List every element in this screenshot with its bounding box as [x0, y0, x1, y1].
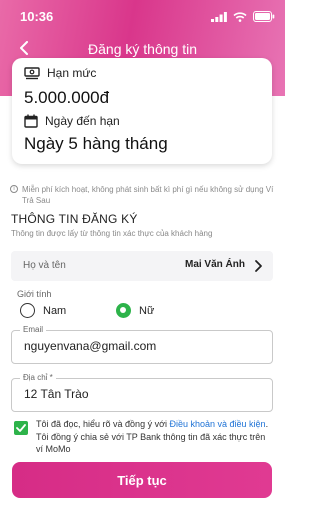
due-label: Ngày đến hạn — [45, 114, 120, 128]
gender-option-female[interactable]: Nữ — [116, 303, 154, 318]
check-icon — [16, 424, 26, 432]
email-label: Email — [20, 325, 47, 334]
full-name-label: Họ và tên — [23, 260, 66, 271]
agreement-text-before: Tôi đã đọc, hiểu rõ và đồng ý với — [36, 419, 170, 429]
due-row: Ngày đến hạn — [24, 114, 120, 128]
fee-notice: i Miễn phí kích hoạt, không phát sinh bấ… — [10, 184, 276, 206]
full-name-value: Mai Văn Ánh — [184, 259, 245, 270]
status-time: 10:36 — [20, 9, 54, 24]
gender-option-label: Nam — [43, 304, 67, 317]
status-bar: 10:36 — [0, 0, 285, 30]
continue-button[interactable]: Tiếp tục — [12, 462, 272, 498]
fee-notice-text: Miễn phí kích hoạt, không phát sinh bất … — [22, 185, 274, 205]
section-title: THÔNG TIN ĐĂNG KÝ — [11, 212, 138, 226]
section-subtitle: Thông tin được lấy từ thông tin xác thực… — [11, 229, 213, 238]
radio-icon — [20, 303, 35, 318]
agreement-checkbox[interactable] — [14, 421, 28, 435]
limit-card: Hạn mức 5.000.000đ Ngày đến hạn Ngày 5 h… — [12, 58, 272, 164]
info-icon: i — [10, 185, 18, 193]
gender-option-male[interactable]: Nam — [20, 303, 66, 318]
calendar-icon — [24, 114, 38, 128]
page-title: Đăng ký thông tin — [88, 41, 197, 57]
terms-link[interactable]: Điều khoản và điều kiện — [169, 419, 265, 429]
limit-value: 5.000.000đ — [24, 88, 110, 107]
money-icon — [24, 66, 40, 79]
battery-icon — [253, 11, 275, 22]
address-label: Địa chỉ * — [20, 373, 56, 382]
status-icons — [211, 11, 275, 22]
gender-label: Giới tính — [17, 289, 52, 299]
limit-row: Hạn mức — [24, 66, 96, 80]
address-input[interactable] — [24, 387, 260, 401]
agreement-row: Tôi đã đọc, hiểu rõ và đồng ý với Điều k… — [14, 418, 274, 456]
email-field[interactable]: Email — [11, 325, 273, 364]
email-input[interactable] — [24, 339, 260, 353]
agreement-text: Tôi đã đọc, hiểu rõ và đồng ý với Điều k… — [36, 418, 274, 456]
radio-selected-icon — [116, 303, 131, 318]
limit-label: Hạn mức — [47, 66, 97, 80]
gender-option-label: Nữ — [139, 304, 155, 317]
due-value: Ngày 5 hàng tháng — [24, 134, 168, 153]
signal-icon — [211, 11, 227, 22]
chevron-right-icon — [255, 260, 262, 272]
full-name-row[interactable]: Họ và tên Mai Văn Ánh — [11, 251, 273, 281]
address-field[interactable]: Địa chỉ * — [11, 373, 273, 412]
wifi-icon — [233, 11, 247, 22]
